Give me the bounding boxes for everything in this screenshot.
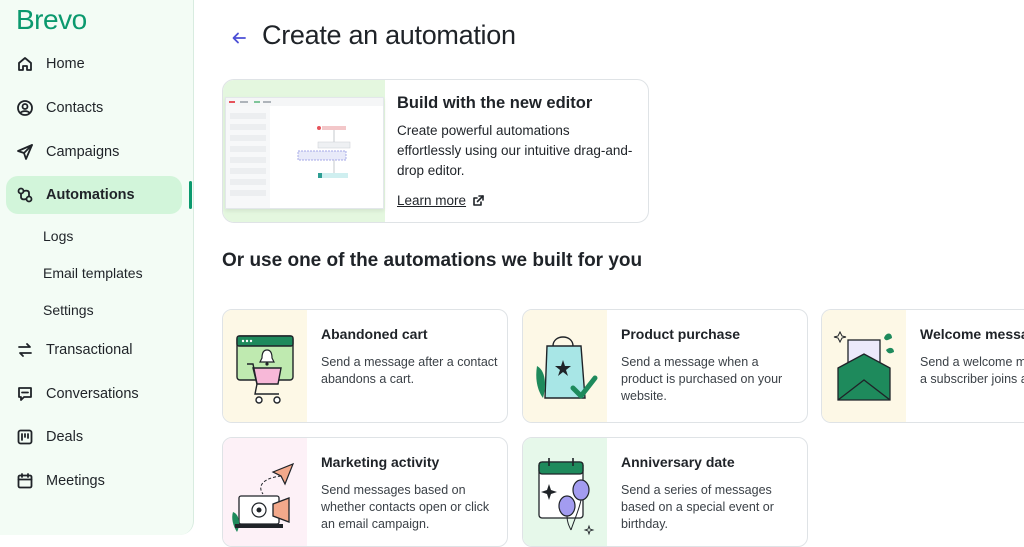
card-title: Abandoned cart: [321, 326, 428, 342]
sidebar-item-automations[interactable]: Automations: [6, 176, 182, 214]
learn-more-link[interactable]: Learn more: [397, 193, 485, 208]
megaphone-icon: [223, 438, 307, 546]
sidebar-item-contacts[interactable]: Contacts: [6, 89, 182, 127]
transactional-icon: [16, 341, 34, 359]
sidebar-item-label: Meetings: [46, 473, 105, 489]
deals-icon: [16, 428, 34, 446]
automation-card-anniversary-date[interactable]: Anniversary date Send a series of messag…: [522, 437, 808, 547]
shopping-cart-icon: [223, 310, 307, 422]
learn-more-label: Learn more: [397, 193, 467, 208]
sidebar: Brevo Home Contacts Campaigns Automation…: [0, 0, 194, 535]
sidebar-item-label: Contacts: [46, 100, 104, 116]
card-description: Send a message when a product is purchas…: [621, 355, 783, 403]
sidebar-item-label: Conversations: [46, 386, 139, 402]
sidebar-item-label: Campaigns: [46, 144, 120, 160]
sidebar-item-home[interactable]: Home: [6, 45, 182, 83]
sidebar-item-campaigns[interactable]: Campaigns: [6, 133, 182, 171]
sidebar-item-conversations[interactable]: Conversations: [6, 375, 182, 413]
page-title: Create an automation: [262, 20, 516, 50]
automation-card-marketing-activity[interactable]: Marketing activity Send messages based o…: [222, 437, 508, 547]
automation-card-product-purchase[interactable]: Product purchase Send a message when a p…: [522, 309, 808, 423]
sidebar-item-label: Deals: [46, 429, 84, 445]
card-description: Send a series of messages based on a spe…: [621, 483, 774, 531]
brevo-logo[interactable]: Brevo: [16, 4, 87, 36]
card-description: Send messages based on whether contacts …: [321, 483, 490, 531]
back-button[interactable]: [230, 28, 248, 48]
sidebar-subitem-logs[interactable]: Logs: [43, 228, 73, 244]
card-description: Send a welcome message after a subscribe…: [920, 355, 1024, 386]
meetings-icon: [16, 472, 34, 490]
active-indicator: [189, 181, 192, 209]
sidebar-item-label: Transactional: [46, 342, 133, 358]
section-title: Or use one of the automations we built f…: [222, 250, 643, 271]
sidebar-item-deals[interactable]: Deals: [6, 418, 182, 456]
editor-card-title: Build with the new editor: [397, 94, 593, 112]
card-description: Send a message after a contact abandons …: [321, 355, 498, 386]
contacts-icon: [16, 99, 34, 117]
sidebar-subitem-email-templates[interactable]: Email templates: [43, 265, 143, 281]
card-title: Welcome message: [920, 326, 1024, 342]
shopping-bag-icon: [523, 310, 607, 422]
envelope-icon: [822, 310, 906, 422]
home-icon: [16, 55, 34, 73]
card-title: Anniversary date: [621, 454, 735, 470]
card-title: Marketing activity: [321, 454, 440, 470]
automations-icon: [16, 186, 34, 204]
editor-preview-image: [223, 80, 385, 222]
editor-preview-illustration: [226, 98, 383, 208]
arrow-left-icon: [232, 32, 246, 44]
sidebar-item-meetings[interactable]: Meetings: [6, 462, 182, 500]
new-editor-card[interactable]: Build with the new editor Create powerfu…: [222, 79, 649, 223]
calendar-balloons-icon: [523, 438, 607, 546]
sidebar-item-label: Automations: [46, 187, 135, 203]
automation-card-abandoned-cart[interactable]: Abandoned cart Send a message after a co…: [222, 309, 508, 423]
conversations-icon: [16, 385, 34, 403]
sidebar-item-transactional[interactable]: Transactional: [6, 331, 182, 369]
sidebar-item-label: Home: [46, 56, 85, 72]
automation-card-welcome-message[interactable]: Welcome message Send a welcome message a…: [821, 309, 1024, 423]
external-link-icon: [473, 195, 484, 206]
sidebar-subitem-settings[interactable]: Settings: [43, 302, 94, 318]
campaigns-icon: [16, 143, 34, 161]
card-title: Product purchase: [621, 326, 741, 342]
editor-card-description: Create powerful automations effortlessly…: [397, 123, 633, 178]
